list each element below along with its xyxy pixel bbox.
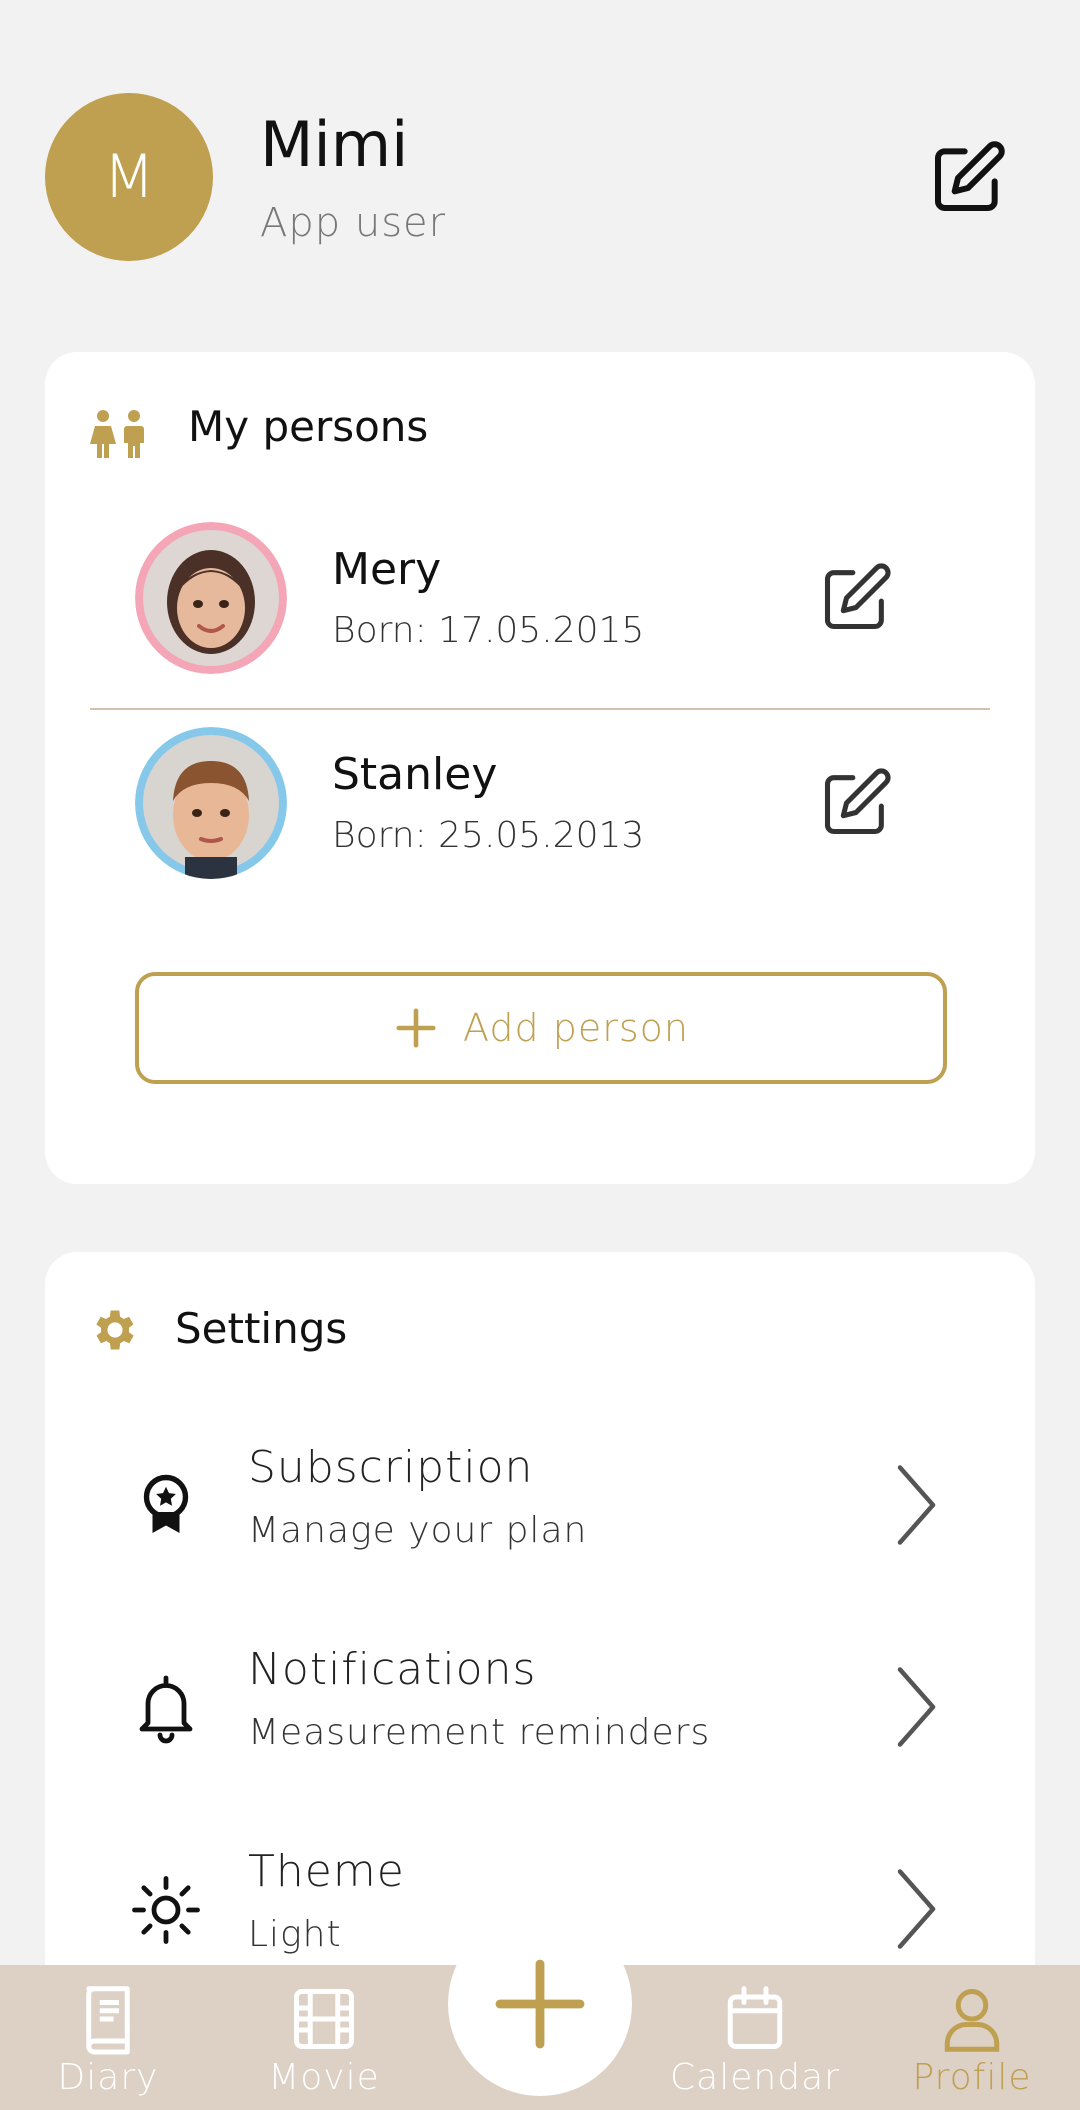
person-divider (90, 708, 990, 710)
avatar-initial: M (103, 142, 155, 212)
nav-item-diary[interactable]: Diary (8, 1975, 208, 2105)
settings-item-subscription[interactable]: Subscription Manage your plan (45, 1442, 1035, 1612)
calendar-icon (727, 1986, 783, 2049)
person-birthdate: Born: 25.05.2013 (332, 815, 645, 856)
setting-title: Notifications (248, 1644, 537, 1695)
user-role: App user (260, 200, 447, 246)
edit-person-icon[interactable] (818, 560, 894, 636)
my-persons-title: My persons (188, 402, 429, 451)
add-entry-button[interactable] (448, 1912, 632, 2096)
gear-icon (96, 1310, 134, 1350)
user-name: Mimi (260, 108, 409, 181)
person-birthdate: Born: 17.05.2015 (332, 610, 645, 651)
setting-title: Subscription (248, 1442, 534, 1493)
nav-item-profile[interactable]: Profile (872, 1975, 1072, 2105)
setting-title: Theme (248, 1846, 405, 1897)
children-icon (90, 410, 144, 458)
setting-subtitle: Light (248, 1914, 342, 1955)
nav-label: Movie (268, 2057, 380, 2098)
film-icon (294, 1989, 354, 2049)
setting-subtitle: Manage your plan (248, 1510, 588, 1551)
book-icon (86, 1986, 130, 2055)
sun-icon (132, 1876, 200, 1944)
avatar[interactable]: M (45, 93, 213, 261)
nav-label: Calendar (670, 2057, 840, 2098)
profile-header: M Mimi App user (0, 0, 1080, 320)
plus-icon (495, 1959, 585, 2049)
chevron-right-icon (897, 1667, 936, 1747)
add-person-label: Add person (463, 1006, 689, 1050)
person-photo (135, 727, 287, 879)
person-name: Stanley (332, 749, 498, 800)
person-icon (944, 1989, 1000, 2052)
settings-title: Settings (175, 1304, 348, 1353)
settings-item-notifications[interactable]: Notifications Measurement reminders (45, 1644, 1035, 1814)
chevron-right-icon (897, 1465, 936, 1545)
award-ribbon-icon (143, 1474, 189, 1533)
setting-subtitle: Measurement reminders (248, 1712, 711, 1753)
add-person-button[interactable]: Add person (135, 972, 947, 1084)
my-persons-card: My persons Mery Born: 17.05.2015 Stanley… (45, 352, 1035, 1184)
chevron-right-icon (897, 1869, 936, 1949)
person-item[interactable]: Mery Born: 17.05.2015 (45, 522, 1035, 722)
person-name: Mery (332, 544, 442, 595)
bell-icon (139, 1675, 193, 1744)
edit-person-icon[interactable] (818, 765, 894, 841)
plus-icon (396, 1008, 436, 1048)
nav-item-movie[interactable]: Movie (224, 1975, 424, 2105)
nav-item-calendar[interactable]: Calendar (655, 1975, 855, 2105)
edit-profile-icon[interactable] (928, 138, 1008, 218)
person-photo (135, 522, 287, 674)
nav-label: Profile (912, 2057, 1032, 2098)
nav-label: Diary (57, 2057, 159, 2098)
person-item[interactable]: Stanley Born: 25.05.2013 (45, 727, 1035, 927)
